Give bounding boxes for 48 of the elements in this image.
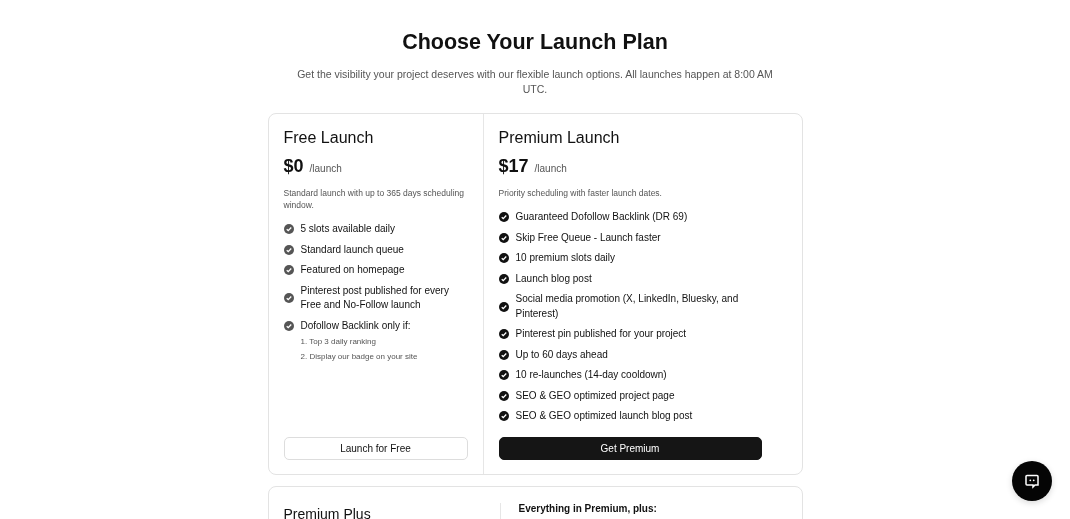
plan-button[interactable]: Launch for Free (283, 437, 468, 460)
check-icon (283, 320, 294, 331)
check-icon (498, 390, 509, 401)
plan-button[interactable]: Get Premium (498, 437, 762, 460)
page-title: Choose Your Launch Plan (402, 30, 668, 55)
plan-title: Premium Launch (498, 129, 621, 147)
check-icon (498, 411, 509, 422)
feature-text: Guaranteed Dofollow Backlink (DR 69) (515, 210, 688, 224)
feature-text: Featured on homepage (300, 263, 405, 277)
feature-text: Skip Free Queue - Launch faster (515, 230, 661, 245)
price: $0 (283, 156, 304, 177)
check-icon (283, 293, 294, 303)
price-unit: /launch (534, 163, 567, 174)
feature-text: 10 premium slots daily (515, 251, 615, 265)
check-icon (498, 370, 509, 381)
check-icon (498, 232, 509, 243)
plan-intro: Everything in Premium, plus: (499, 503, 787, 519)
chat-icon (1024, 473, 1040, 489)
check-icon (283, 265, 294, 276)
note-text: 2. Display our badge on your site (300, 350, 419, 363)
note-text: 1. Top 3 daily ranking (300, 336, 377, 348)
price-unit: /launch (309, 163, 342, 174)
page-subtitle: Get the visibility your project deserves with our flexible launch options. All launches happen at 8:00 AM UTC. (296, 67, 774, 97)
check-icon (498, 253, 509, 264)
plan-description: Standard launch with up to 365 days scheduling window. (283, 187, 465, 211)
plan-title: Free Launch (283, 129, 375, 147)
check-icon (283, 244, 294, 255)
feature-text: Dofollow Backlink only if: (300, 318, 411, 333)
feature-text: SEO & GEO optimized project page (515, 388, 675, 403)
feature-text: 10 re-launches (14-day cooldown) (515, 368, 667, 382)
feature-text: SEO & GEO optimized launch blog post (515, 409, 693, 423)
price: $17 (498, 156, 529, 177)
check-icon (498, 301, 509, 312)
chat-button[interactable] (1012, 461, 1052, 501)
check-icon (498, 273, 509, 284)
check-icon (283, 224, 294, 235)
feature-text: Up to 60 days ahead (515, 347, 608, 362)
plan-title: Premium Plus (283, 506, 372, 519)
feature-text: Pinterest pin published for your project (515, 327, 687, 341)
check-icon (498, 212, 509, 223)
feature-text: Launch blog post (515, 271, 592, 286)
plan-description: Priority scheduling with faster launch dates. (498, 187, 663, 199)
check-icon (498, 329, 509, 340)
feature-text: 5 slots available daily (300, 222, 395, 236)
check-icon (498, 349, 509, 360)
feature-text: Pinterest post published for every Free and No-Follow launch (300, 283, 450, 312)
feature-text: Social media promotion (X, LinkedIn, Bluesky, and Pinterest) (515, 292, 740, 321)
feature-text: Standard launch queue (300, 242, 404, 257)
